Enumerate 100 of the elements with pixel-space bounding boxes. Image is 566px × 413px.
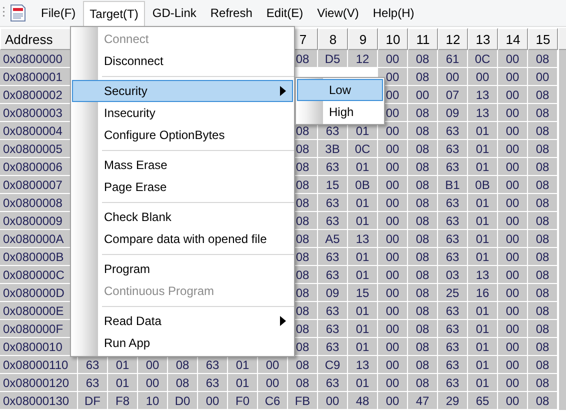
table-cell: 00 [378,302,408,320]
table-cell: 00 [438,68,468,86]
table-cell: 00 [498,374,528,392]
table-cell: 00 [318,392,348,410]
column-header: 12 [438,28,468,50]
table-cell: 00 [408,86,438,104]
table-cell: 00 [498,320,528,338]
table-cell: 13 [468,104,498,122]
table-cell: 13 [468,266,498,284]
table-cell: 00 [498,50,528,68]
table-cell: 00 [378,248,408,266]
submenu-arrow-icon [280,316,286,326]
table-cell: 01 [228,356,258,374]
table-cell: 00 [138,356,168,374]
table-cell: 00 [378,212,408,230]
table-cell: 00 [498,356,528,374]
table-cell: 01 [348,212,378,230]
table-cell: 00 [498,302,528,320]
table-cell: FB [288,392,318,410]
menu-item[interactable]: Security [72,80,293,102]
column-header: 14 [498,28,528,50]
table-cell: 63 [438,158,468,176]
menu-item[interactable]: Refresh [203,2,260,24]
table-cell: 00 [138,374,168,392]
menu-item[interactable]: Low [297,79,383,101]
table-cell: 01 [348,194,378,212]
table-cell: 0C [468,50,498,68]
address-cell: 0x08000130 [0,392,78,410]
table-cell: 63 [198,374,228,392]
table-cell: 07 [438,86,468,104]
table-cell: 63 [438,248,468,266]
menu-item[interactable]: GD-Link [145,2,204,24]
table-cell: 08 [528,302,558,320]
table-cell: 47 [408,392,438,410]
table-cell: 15 [318,176,348,194]
table-cell: 08 [168,356,198,374]
table-cell: 08 [408,374,438,392]
table-cell: 63 [438,374,468,392]
address-cell: 0x08000120 [0,374,78,392]
table-cell: 08 [408,266,438,284]
table-cell: 08 [528,158,558,176]
table-cell: 01 [348,248,378,266]
table-cell: 08 [528,266,558,284]
table-cell: 00 [498,266,528,284]
table-cell: C9 [318,356,348,374]
table-cell: 08 [288,356,318,374]
table-cell: 08 [408,158,438,176]
table-cell: 10 [138,392,168,410]
table-cell: 00 [378,374,408,392]
table-cell: 63 [438,122,468,140]
menu-item[interactable]: View(V) [310,2,366,24]
table-cell: 25 [438,284,468,302]
table-cell: 08 [408,50,438,68]
document-icon[interactable] [8,3,28,23]
table-cell: 08 [408,356,438,374]
table-cell: 01 [348,320,378,338]
menu-item[interactable]: Help(H) [366,2,422,24]
table-cell: 29 [438,392,468,410]
table-cell: 63 [438,230,468,248]
table-cell: 65 [468,392,498,410]
table-cell: 00 [378,284,408,302]
table-cell: 0B [348,176,378,194]
menu-item[interactable]: File(F) [34,2,83,24]
menu-item[interactable]: Target(T) [82,0,146,26]
table-cell: 63 [318,194,348,212]
table-cell: 00 [498,392,528,410]
table-cell: 09 [438,104,468,122]
table-cell: 08 [408,194,438,212]
table-cell: 08 [528,392,558,410]
table-cell: 00 [378,230,408,248]
table-cell: 01 [348,302,378,320]
table-cell: 63 [198,356,228,374]
table-cell: B1 [438,176,468,194]
table-cell: 00 [498,122,528,140]
column-header: 10 [378,28,408,50]
table-cell: 00 [378,122,408,140]
menu-item[interactable]: Edit(E) [259,2,310,24]
table-cell: 08 [528,248,558,266]
table-cell: 08 [408,176,438,194]
table-cell: 00 [468,68,498,86]
table-cell: 63 [318,266,348,284]
table-cell: 61 [438,50,468,68]
table-cell: 00 [378,338,408,356]
table-cell: 01 [348,158,378,176]
table-cell: 08 [528,374,558,392]
table-cell: 08 [528,320,558,338]
table-cell: C6 [258,392,288,410]
table-cell: 01 [468,302,498,320]
table-cell: 00 [498,86,528,104]
table-cell: 63 [78,356,108,374]
table-cell: 08 [528,212,558,230]
table-cell: 01 [468,212,498,230]
table-cell: 00 [498,176,528,194]
table-cell: 63 [318,338,348,356]
table-cell: 00 [378,140,408,158]
table-cell: 01 [468,122,498,140]
table-cell: 00 [498,230,528,248]
table-cell: 08 [408,140,438,158]
table-cell: 00 [498,68,528,86]
table-cell: 08 [408,230,438,248]
